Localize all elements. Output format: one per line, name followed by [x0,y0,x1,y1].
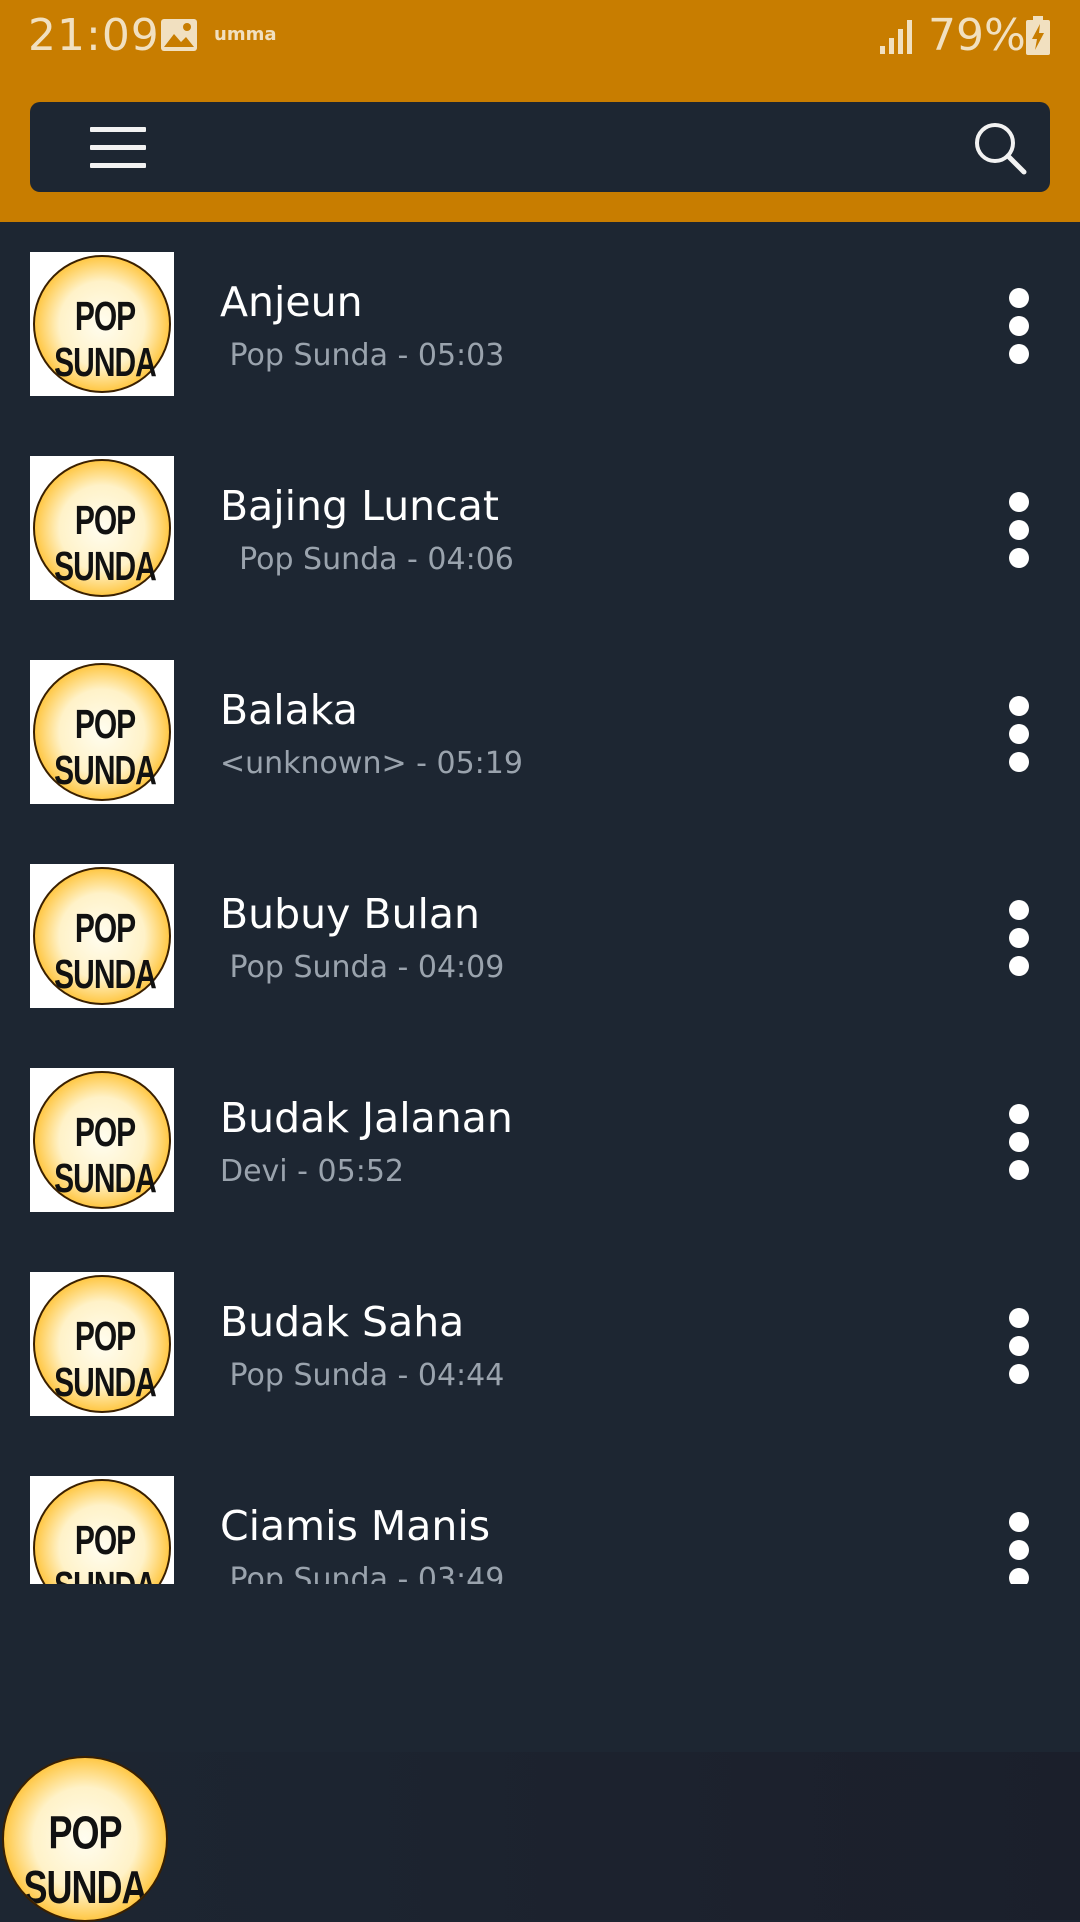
gallery-icon [160,18,198,56]
album-art: POP SUNDA [30,1068,174,1212]
pop-sunda-logo: POP SUNDA [33,459,171,597]
song-row[interactable]: POP SUNDA Bubuy Bulan Pop Sunda - 04:09 [0,834,1080,1038]
logo-text: POP SUNDA [54,499,157,590]
search-toolbar [30,102,1050,192]
song-subtitle: <unknown> - 05:19 [220,746,523,781]
song-title: Budak Jalanan [220,1094,513,1142]
more-options-icon[interactable] [990,1100,1050,1184]
pop-sunda-logo: POP SUNDA [33,1275,171,1413]
logo-text: POP SUNDA [54,907,157,998]
song-title: Balaka [220,686,358,734]
song-subtitle: Pop Sunda - 04:44 [220,1358,505,1393]
album-art: POP SUNDA [30,456,174,600]
app-header: 21:09 umma 79% [0,0,1080,222]
album-art: POP SUNDA [30,864,174,1008]
song-subtitle: Pop Sunda - 03:49 [220,1562,505,1584]
album-art: POP SUNDA [30,252,174,396]
battery-percent: 79% [928,10,1026,61]
logo-text: POP SUNDA [54,703,157,794]
more-options-icon[interactable] [990,284,1050,368]
logo-text: POP SUNDA [54,1519,157,1584]
song-row[interactable]: POP SUNDA Bajing Luncat Pop Sunda - 04:0… [0,426,1080,630]
now-playing-album-art[interactable]: POP SUNDA [2,1756,168,1922]
menu-bar [90,163,146,168]
pop-sunda-logo: POP SUNDA [33,1071,171,1209]
album-art: POP SUNDA [30,660,174,804]
status-time: 21:09 [28,10,160,61]
song-title: Bubuy Bulan [220,890,481,938]
pop-sunda-logo: POP SUNDA [33,663,171,801]
more-options-icon[interactable] [990,1508,1050,1584]
battery-charging-icon [1024,16,1052,60]
song-subtitle: Pop Sunda - 04:06 [220,542,514,577]
more-options-icon[interactable] [990,692,1050,776]
song-subtitle: Pop Sunda - 04:09 [220,950,505,985]
logo-text: POP SUNDA [23,1805,147,1914]
song-title: Ciamis Manis [220,1502,491,1550]
song-row[interactable]: POP SUNDA Balaka <unknown> - 05:19 [0,630,1080,834]
logo-text: POP SUNDA [54,295,157,386]
song-subtitle: Pop Sunda - 05:03 [220,338,505,373]
song-row[interactable]: POP SUNDA Anjeun Pop Sunda - 05:03 [0,222,1080,426]
song-title: Budak Saha [220,1298,465,1346]
logo-text: POP SUNDA [54,1111,157,1202]
pop-sunda-logo: POP SUNDA [33,255,171,393]
menu-bar [90,127,146,132]
album-art: POP SUNDA [30,1272,174,1416]
song-list[interactable]: POP SUNDA Anjeun Pop Sunda - 05:03 POP S… [0,222,1080,1584]
carrier-badge: umma [214,24,277,45]
album-art: POP SUNDA [30,1476,174,1584]
status-bar: 21:09 umma 79% [0,0,1080,74]
song-row[interactable]: POP SUNDA Budak Jalanan Devi - 05:52 [0,1038,1080,1242]
hamburger-menu-icon[interactable] [82,122,152,174]
logo-text: POP SUNDA [54,1315,157,1406]
pop-sunda-logo: POP SUNDA [33,867,171,1005]
pop-sunda-logo: POP SUNDA [33,1479,171,1584]
song-title: Anjeun [220,278,363,326]
song-subtitle: Devi - 05:52 [220,1154,404,1189]
song-title: Bajing Luncat [220,482,499,530]
mini-player[interactable]: POP SUNDA [0,1752,1080,1922]
song-row[interactable]: POP SUNDA Budak Saha Pop Sunda - 04:44 [0,1242,1080,1446]
menu-bar [90,145,146,150]
signal-icon [878,18,914,60]
song-row[interactable]: POP SUNDA Ciamis Manis Pop Sunda - 03:49 [0,1446,1080,1584]
more-options-icon[interactable] [990,896,1050,980]
more-options-icon[interactable] [990,488,1050,572]
more-options-icon[interactable] [990,1304,1050,1388]
search-icon[interactable] [972,120,1028,176]
